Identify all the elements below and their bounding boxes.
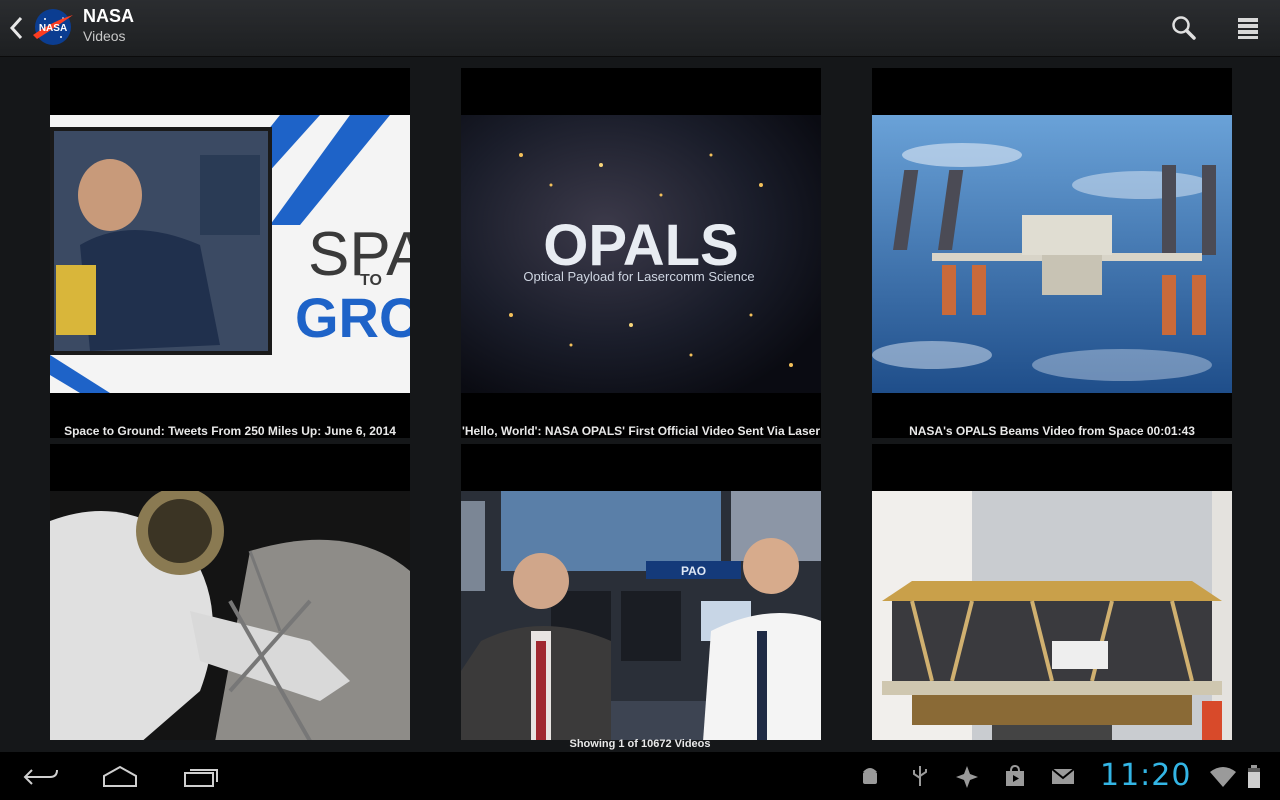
- app-subtitle: Videos: [83, 28, 126, 44]
- video-thumbnail: [872, 115, 1232, 393]
- video-grid: SPAC TO GROUN Space to Ground: Tweets Fr…: [0, 57, 1280, 740]
- video-thumbnail: OPALS Optical Payload for Lasercomm Scie…: [461, 115, 821, 393]
- video-tile[interactable]: NASA's OPALS Beams Video from Space 00:0…: [872, 68, 1232, 438]
- thumb-text: GROUN: [295, 286, 410, 349]
- thumb-text: SPAC: [308, 220, 410, 289]
- recent-apps-icon[interactable]: [182, 766, 220, 788]
- battery-icon: [1248, 765, 1260, 788]
- back-icon[interactable]: [8, 14, 26, 42]
- video-tile[interactable]: PAO: [461, 444, 821, 740]
- system-clock: 11:20: [1100, 758, 1192, 793]
- video-tile[interactable]: SPAC TO GROUN Space to Ground: Tweets Fr…: [50, 68, 410, 438]
- video-thumbnail: [872, 491, 1232, 740]
- video-title: 'Hello, World': NASA OPALS' First Offici…: [462, 424, 820, 438]
- mail-icon: [1051, 768, 1075, 784]
- video-tile[interactable]: OPALS Optical Payload for Lasercomm Scie…: [461, 68, 821, 438]
- home-icon[interactable]: [100, 764, 140, 788]
- video-tile[interactable]: [872, 444, 1232, 740]
- store-icon: [1006, 764, 1024, 786]
- wifi-icon: [1210, 767, 1236, 787]
- video-tile[interactable]: [50, 444, 410, 740]
- sync-icon: [956, 766, 978, 788]
- action-bar: NASA NASA Videos: [0, 0, 1280, 57]
- menu-icon[interactable]: [1232, 12, 1264, 44]
- video-thumbnail: PAO: [461, 491, 821, 740]
- android-debug-icon: [863, 768, 877, 784]
- search-icon[interactable]: [1168, 12, 1200, 44]
- video-title: NASA's OPALS Beams Video from Space 00:0…: [909, 424, 1195, 438]
- back-icon[interactable]: [22, 766, 60, 788]
- video-thumbnail: [50, 491, 410, 740]
- usb-icon: [913, 766, 927, 786]
- svg-text:NASA: NASA: [39, 23, 67, 34]
- thumb-text: Optical Payload for Lasercomm Science: [523, 269, 754, 284]
- results-count: Showing 1 of 10672 Videos: [569, 738, 711, 750]
- video-thumbnail: SPAC TO GROUN: [50, 115, 410, 393]
- nasa-logo[interactable]: NASA: [31, 7, 75, 47]
- system-bar: 11:20: [0, 752, 1280, 800]
- app-title: NASA: [83, 6, 135, 26]
- thumb-text: PAO: [681, 564, 706, 578]
- video-title: Space to Ground: Tweets From 250 Miles U…: [64, 424, 396, 438]
